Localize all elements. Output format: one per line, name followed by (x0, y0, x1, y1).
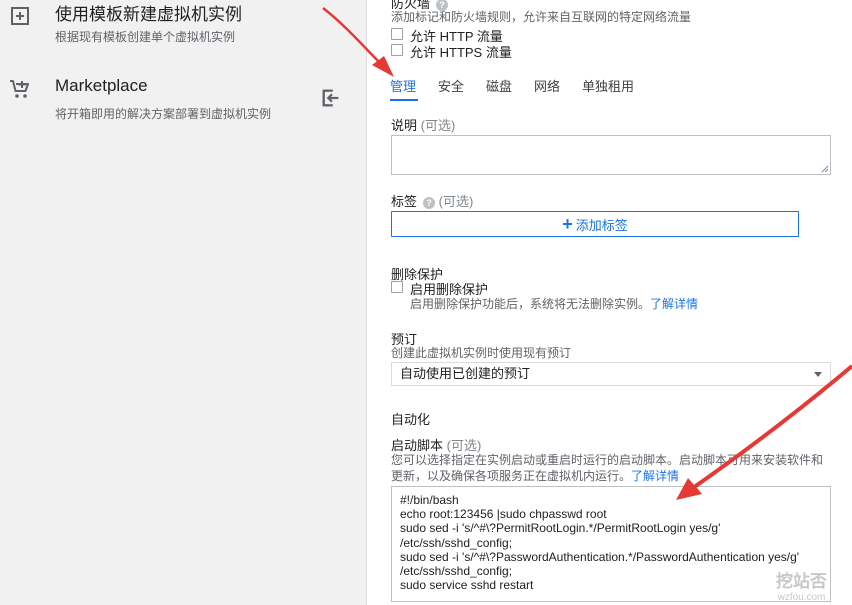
marketplace-option[interactable]: Marketplace 将开箱即用的解决方案部署到虚拟机实例 (0, 72, 367, 132)
script-line: #!/bin/bash (400, 493, 459, 507)
https-checkbox[interactable] (391, 44, 403, 56)
firewall-description: 添加标记和防火墙规则，允许来自互联网的特定网络流量 (391, 10, 692, 24)
add-label-button[interactable]: + 添加标签 (391, 211, 799, 237)
marketplace-option-title: Marketplace (55, 76, 148, 95)
marketplace-option-subtitle: 将开箱即用的解决方案部署到虚拟机实例 (55, 107, 272, 121)
tab-management[interactable]: 管理 (390, 76, 416, 95)
startup-script-hint-2: 更新，以及确保各项服务正在虚拟机内运行。了解详情 (391, 469, 680, 483)
script-line: /etc/ssh/sshd_config; (400, 564, 513, 579)
resize-grip-icon[interactable] (821, 165, 829, 173)
tab-security[interactable]: 安全 (438, 76, 464, 95)
active-tab-indicator (390, 99, 418, 101)
script-line: /etc/ssh/sshd_config; (400, 535, 513, 550)
tab-networking[interactable]: 网络 (534, 76, 560, 95)
learn-more-link[interactable]: 了解详情 (650, 297, 698, 311)
vm-settings-panel: 防火墙? 添加标记和防火墙规则，允许来自互联网的特定网络流量 允许 HTTP 流… (368, 0, 852, 605)
description-input[interactable] (391, 135, 831, 175)
reservation-select[interactable]: 自动使用已创建的预订 (391, 362, 831, 386)
description-label: 说明 (可选) (391, 118, 456, 133)
tab-sole-tenancy[interactable]: 单独租用 (582, 76, 634, 95)
cart-icon (10, 80, 29, 98)
automation-title: 自动化 (391, 412, 431, 427)
template-option-subtitle: 根据现有模板创建单个虚拟机实例 (55, 30, 236, 44)
template-option-title: 使用模板新建虚拟机实例 (55, 5, 242, 24)
add-box-icon (11, 7, 29, 25)
script-line: sudo sed -i 's/^#\?PermitRootLogin.*/Per… (400, 521, 721, 536)
script-line: echo root:123456 |sudo chpasswd root (400, 507, 607, 522)
vm-create-page: 使用模板新建虚拟机实例 根据现有模板创建单个虚拟机实例 Marketplace … (0, 0, 852, 605)
https-checkbox-label: 允许 HTTPS 流量 (410, 45, 512, 60)
http-checkbox[interactable] (391, 28, 403, 40)
script-line: sudo service sshd restart (400, 578, 534, 593)
learn-more-link[interactable]: 了解详情 (631, 469, 679, 483)
template-option[interactable]: 使用模板新建虚拟机实例 根据现有模板创建单个虚拟机实例 (0, 0, 367, 60)
startup-script-hint-1: 您可以选择指定在实例启动或重启时运行的启动脚本。启动脚本可用来安装软件和 (391, 453, 824, 467)
deletion-protection-checkbox[interactable] (391, 281, 403, 293)
reservation-hint: 创建此虚拟机实例时使用现有预订 (391, 346, 572, 360)
deletion-protection-hint: 启用删除保护功能后，系统将无法删除实例。了解详情 (410, 297, 699, 311)
plus-icon: + (562, 214, 573, 234)
tab-disks[interactable]: 磁盘 (486, 76, 512, 95)
watermark: 挖站否 wzfou.com (776, 572, 827, 603)
labels-label: 标签? (可选) (391, 194, 474, 209)
help-icon[interactable]: ? (423, 196, 436, 209)
exit-icon[interactable] (320, 87, 342, 109)
creation-options-panel: 使用模板新建虚拟机实例 根据现有模板创建单个虚拟机实例 Marketplace … (0, 0, 367, 605)
script-line: sudo sed -i 's/^#\?PasswordAuthenticatio… (400, 549, 800, 564)
chevron-down-icon (814, 372, 822, 377)
startup-script-input[interactable]: #!/bin/bash echo root:123456 |sudo chpas… (391, 486, 831, 602)
